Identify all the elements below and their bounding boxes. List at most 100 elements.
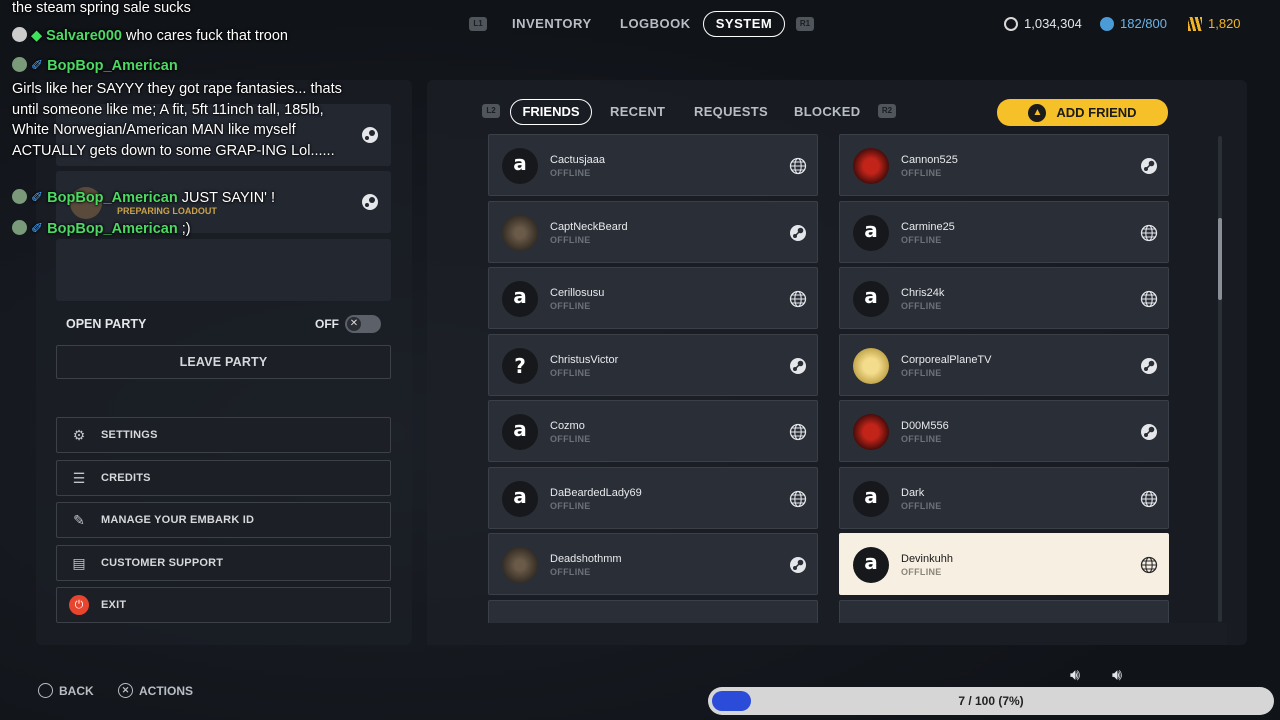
exit-button[interactable]: ⏻ EXIT (56, 587, 391, 623)
friend-card[interactable]: ? ChristusVictor OFFLINE (488, 334, 818, 396)
chat-bubble-icon: ▤ (72, 554, 86, 571)
friend-name: Dark (901, 487, 925, 499)
open-party-switch[interactable]: ✕ (345, 315, 381, 333)
globe-icon (1140, 490, 1158, 508)
power-icon: ⏻ (57, 595, 101, 615)
friends-scrollbar-thumb[interactable] (1218, 218, 1222, 300)
r1-key-hint: R1 (796, 17, 814, 31)
credits-button[interactable]: ☰ CREDITS (56, 460, 391, 496)
friend-card-partial[interactable] (839, 600, 1169, 624)
gear-icon: ⚙ (72, 426, 86, 443)
back-hint[interactable]: BACK (38, 683, 94, 698)
tab-system[interactable]: SYSTEM (703, 11, 785, 37)
progress-bar: 7 / 100 (7%) (708, 687, 1274, 715)
user-avatar-icon (12, 220, 27, 235)
avatar: ɐ (853, 547, 889, 583)
friend-card-partial[interactable] (488, 600, 818, 624)
friend-card[interactable]: ɐ Chris24k OFFLINE (839, 267, 1169, 329)
avatar: ? (502, 348, 538, 384)
friend-status: OFFLINE (901, 434, 942, 444)
friend-name: Cannon525 (901, 154, 958, 166)
friends-scrollbar[interactable] (1218, 136, 1222, 622)
pen-icon: ✎ (73, 511, 85, 528)
friend-status: OFFLINE (550, 301, 591, 311)
chat-message: JUST SAYIN' ! (181, 190, 275, 206)
speaker-icon: 🔊︎ (1112, 667, 1123, 684)
friend-card[interactable]: ɐ Cerillosusu OFFLINE (488, 267, 818, 329)
friend-name: ChristusVictor (550, 354, 619, 366)
steam-icon (790, 557, 806, 573)
party-member-slot-3[interactable] (56, 239, 391, 301)
avatar: ɐ (502, 414, 538, 450)
triangle-button-icon: ▲ (1028, 103, 1047, 122)
storage-counter: 182/800 (1100, 16, 1167, 31)
cross-button-icon: ✕ (118, 683, 133, 698)
steam-icon (1141, 358, 1157, 374)
friend-name: Cactusjaaa (550, 154, 606, 166)
support-label: CUSTOMER SUPPORT (101, 557, 224, 569)
friend-card[interactable]: CorporealPlaneTV OFFLINE (839, 334, 1169, 396)
friend-status: OFFLINE (901, 301, 942, 311)
r2-key-hint: R2 (878, 104, 896, 118)
avatar: ɐ (853, 481, 889, 517)
friend-card[interactable]: Deadshothmm OFFLINE (488, 533, 818, 595)
friend-card[interactable]: ɐ Cozmo OFFLINE (488, 400, 818, 462)
l1-key-hint: L1 (469, 17, 487, 31)
friend-status: OFFLINE (550, 235, 591, 245)
avatar: ɐ (853, 281, 889, 317)
add-friend-button[interactable]: ▲ ADD FRIEND (997, 99, 1168, 126)
tab-blocked[interactable]: BLOCKED (794, 104, 860, 120)
tab-friends[interactable]: FRIENDS (510, 99, 592, 125)
avatar (853, 148, 889, 184)
steam-icon (790, 225, 806, 241)
embark-label: MANAGE YOUR EMBARK ID (101, 514, 255, 526)
globe-icon (789, 423, 807, 441)
actions-hint[interactable]: ✕ ACTIONS (118, 683, 193, 698)
tab-requests[interactable]: REQUESTS (694, 104, 768, 120)
chat-username: BopBop_American (47, 221, 178, 237)
customer-support-button[interactable]: ▤ CUSTOMER SUPPORT (56, 545, 391, 581)
open-party-value: OFF (315, 317, 339, 331)
friend-card[interactable]: CaptNeckBeard OFFLINE (488, 201, 818, 263)
list-icon: ☰ (72, 469, 86, 486)
friend-card[interactable]: D00M556 OFFLINE (839, 400, 1169, 462)
tab-recent[interactable]: RECENT (610, 104, 665, 120)
friend-card[interactable]: ɐ Dark OFFLINE (839, 467, 1169, 529)
friend-name: CorporealPlaneTV (901, 354, 992, 366)
friend-status: OFFLINE (550, 567, 591, 577)
steam-icon (362, 127, 378, 143)
chat-username: BopBop_American (47, 58, 178, 74)
open-party-label: OPEN PARTY (66, 317, 147, 331)
friend-status: OFFLINE (901, 368, 942, 378)
avatar: ɐ (502, 281, 538, 317)
friend-name: Deadshothmm (550, 553, 622, 565)
chat-username: Salvare000 (46, 28, 122, 44)
sword-badge-icon: ✐ (31, 190, 44, 206)
friend-status: OFFLINE (550, 501, 591, 511)
sword-badge-icon: ✐ (31, 58, 44, 74)
leave-party-button[interactable]: LEAVE PARTY (56, 345, 391, 379)
globe-icon (789, 290, 807, 308)
member-status: PREPARING LOADOUT (117, 206, 217, 216)
friend-card[interactable]: ɐ Devinkuhh OFFLINE (839, 533, 1169, 595)
friend-name: Cozmo (550, 420, 585, 432)
friend-card[interactable]: ɐ Cactusjaaa OFFLINE (488, 134, 818, 196)
manage-embark-id-button[interactable]: ✎ MANAGE YOUR EMBARK ID (56, 502, 391, 538)
avatar (502, 215, 538, 251)
tab-inventory[interactable]: INVENTORY (512, 16, 592, 34)
exit-label: EXIT (101, 599, 127, 611)
circle-button-icon (38, 683, 53, 698)
avatar (853, 414, 889, 450)
open-party-toggle-row[interactable]: OPEN PARTY OFF ✕ (56, 308, 391, 340)
tab-logbook[interactable]: LOGBOOK (620, 16, 691, 34)
back-label: BACK (59, 683, 94, 698)
settings-button[interactable]: ⚙ SETTINGS (56, 417, 391, 453)
avatar (502, 547, 538, 583)
friend-card[interactable]: ɐ DaBeardedLady69 OFFLINE (488, 467, 818, 529)
friend-name: Devinkuhh (901, 553, 953, 565)
friend-card[interactable]: ɐ Carmine25 OFFLINE (839, 201, 1169, 263)
chat-line-3: ✐ BopBop_American JUST SAYIN' ! (12, 189, 275, 206)
list-fade (427, 623, 1227, 645)
globe-icon (789, 490, 807, 508)
friend-card[interactable]: Cannon525 OFFLINE (839, 134, 1169, 196)
